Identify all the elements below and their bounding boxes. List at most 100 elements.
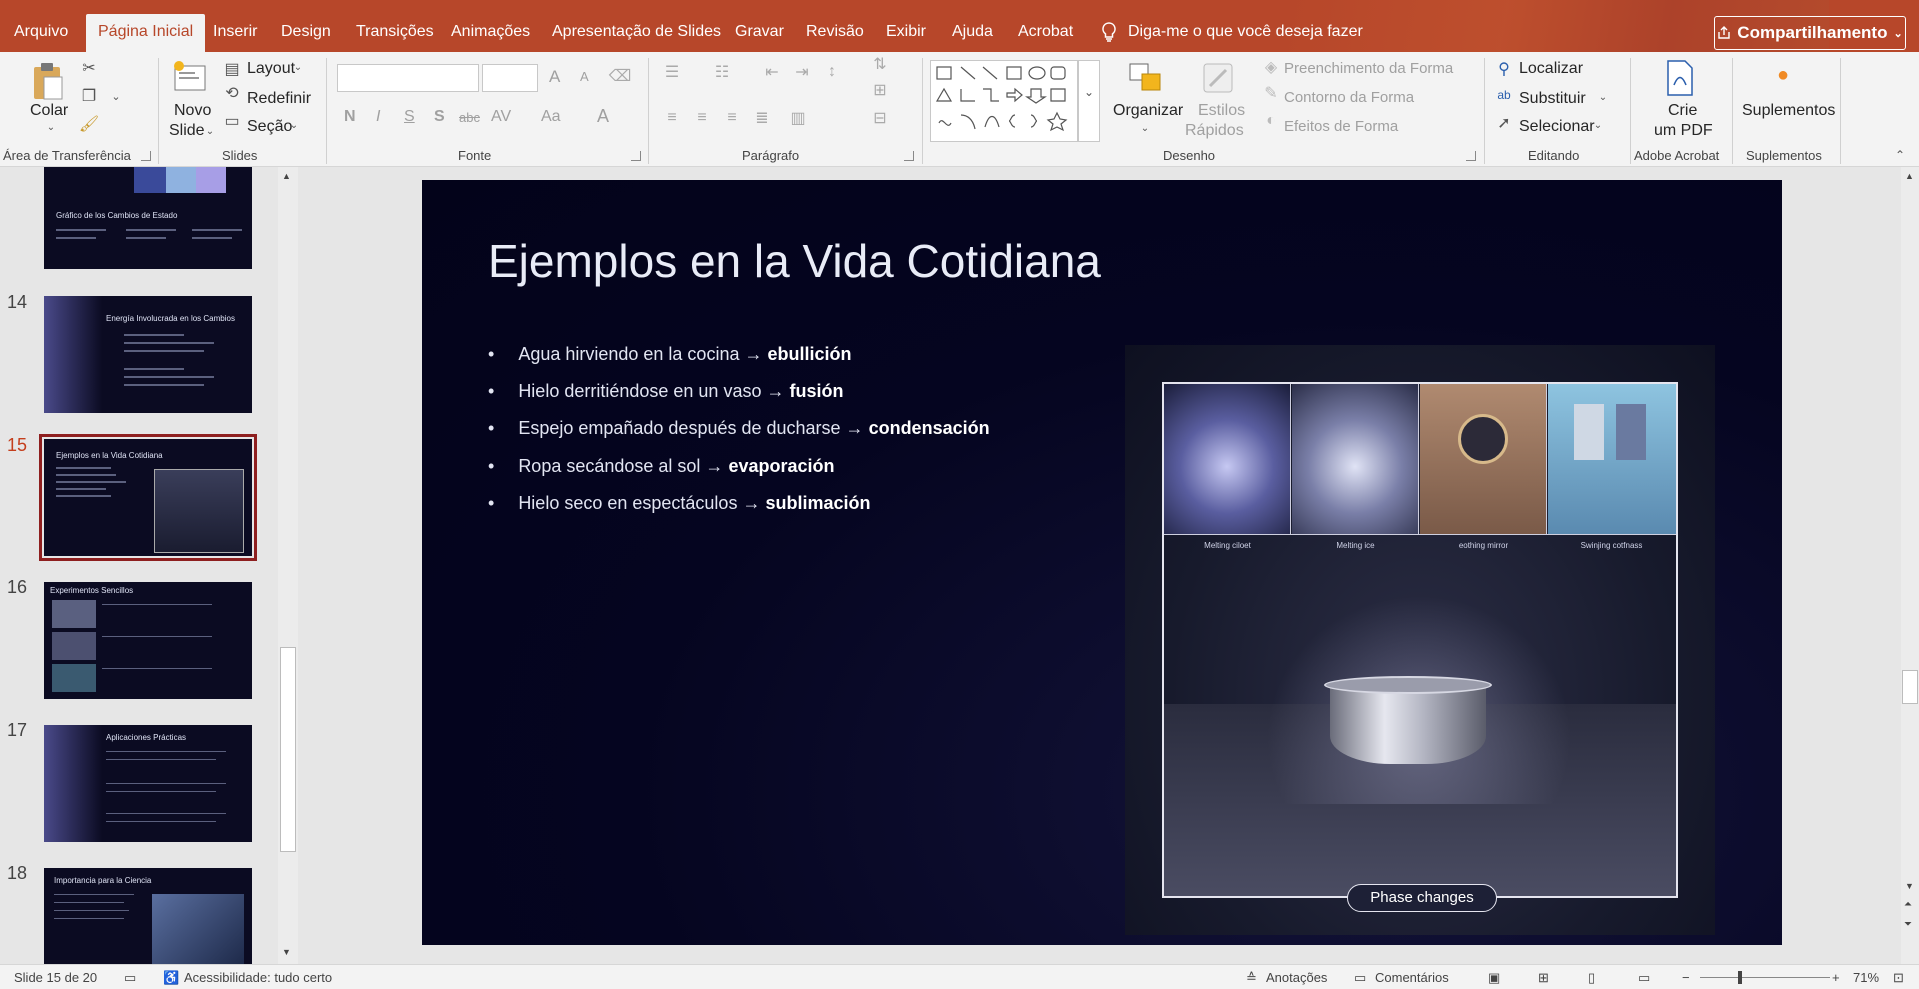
- underline-button[interactable]: S: [404, 108, 415, 126]
- chevron-down-icon[interactable]: ⌄: [205, 124, 215, 138]
- slide-image[interactable]: Melting ciloet Melting ice eothing mirro…: [1125, 345, 1715, 935]
- reset-icon[interactable]: ⟲: [222, 84, 242, 102]
- tab-gravar[interactable]: Gravar: [735, 17, 784, 47]
- clear-format-icon[interactable]: ⌫: [609, 66, 632, 86]
- shape-fill-button[interactable]: Preenchimento da Forma: [1284, 60, 1453, 77]
- tab-pagina-inicial[interactable]: Página Inicial: [86, 14, 206, 52]
- zoom-slider-handle[interactable]: [1738, 971, 1742, 984]
- bold-button[interactable]: N: [344, 108, 356, 126]
- scroll-down-icon[interactable]: ▼: [282, 947, 291, 957]
- font-size-combo[interactable]: [482, 64, 538, 92]
- slide-thumbnail-17[interactable]: Aplicaciones Prácticas: [44, 725, 252, 842]
- arrange-label[interactable]: Organizar: [1113, 102, 1183, 120]
- comments-icon[interactable]: ▭: [1354, 970, 1366, 986]
- comments-button[interactable]: Comentários: [1375, 970, 1449, 985]
- chevron-down-icon[interactable]: ⌄: [46, 122, 56, 133]
- chevron-down-icon[interactable]: ⌄: [1597, 90, 1609, 104]
- bullet-item[interactable]: • Hielo seco en espectáculos → sublimació…: [488, 493, 870, 514]
- section-button[interactable]: Seção: [247, 118, 292, 136]
- reading-view-icon[interactable]: ▯: [1588, 970, 1595, 986]
- slideshow-icon[interactable]: ▭: [1638, 970, 1650, 986]
- shape-effects-button[interactable]: Efeitos de Forma: [1284, 118, 1398, 135]
- shape-outline-button[interactable]: Contorno da Forma: [1284, 89, 1414, 106]
- bullet-item[interactable]: • Espejo empañado después de ducharse → c…: [488, 418, 990, 439]
- notes-button[interactable]: Anotações: [1266, 970, 1327, 985]
- paragraph-launcher-icon[interactable]: [904, 151, 914, 161]
- normal-view-icon[interactable]: ▣: [1488, 970, 1500, 986]
- numbering-icon[interactable]: ☷: [710, 62, 734, 82]
- layout-button[interactable]: Layout: [247, 60, 295, 78]
- create-pdf-label-1[interactable]: Crie: [1668, 102, 1697, 120]
- zoom-level[interactable]: 71%: [1853, 970, 1879, 985]
- bullet-item[interactable]: • Agua hirviendo en la cocina → ebullició…: [488, 344, 851, 365]
- slide-thumbnail-14[interactable]: Energía Involucrada en los Cambios: [44, 296, 252, 413]
- scrollbar-thumb[interactable]: [1902, 670, 1918, 704]
- shadow-button[interactable]: S: [434, 108, 445, 126]
- zoom-slider[interactable]: [1700, 977, 1830, 978]
- shapes-gallery[interactable]: [930, 60, 1078, 142]
- arrange-icon[interactable]: [1126, 58, 1166, 98]
- layout-icon[interactable]: ▤: [222, 60, 242, 78]
- align-text-icon[interactable]: ⊞: [868, 80, 892, 100]
- shapes-gallery-more[interactable]: ⌄: [1078, 60, 1100, 142]
- drawing-launcher-icon[interactable]: [1466, 151, 1476, 161]
- font-launcher-icon[interactable]: [631, 151, 641, 161]
- slide-thumbnail-18[interactable]: Importancia para la Ciencia: [44, 868, 252, 964]
- tab-apresentacao[interactable]: Apresentação de Slides: [552, 17, 721, 47]
- quick-styles-label-2[interactable]: Rápidos: [1185, 122, 1244, 140]
- align-right-icon[interactable]: ≡: [720, 108, 744, 128]
- zoom-out-icon[interactable]: −: [1682, 970, 1690, 985]
- share-button[interactable]: Compartilhamento ⌄: [1714, 16, 1906, 50]
- new-slide-icon[interactable]: [170, 58, 210, 98]
- replace-icon[interactable]: ab: [1494, 86, 1514, 104]
- strikethrough-button[interactable]: abc: [459, 110, 480, 125]
- tab-revisao[interactable]: Revisão: [806, 17, 864, 47]
- smartart-icon[interactable]: ⊟: [868, 108, 892, 128]
- tell-me-search[interactable]: Diga-me o que você deseja fazer: [1100, 17, 1363, 47]
- find-icon[interactable]: ⚲: [1494, 60, 1514, 78]
- line-spacing-icon[interactable]: ↕: [820, 62, 844, 82]
- bullet-item[interactable]: • Hielo derritiéndose en un vaso → fusión: [488, 381, 843, 402]
- collapse-ribbon-icon[interactable]: ⌃: [1892, 148, 1908, 162]
- tab-animacoes[interactable]: Animações: [451, 17, 530, 47]
- accessibility-status[interactable]: Acessibilidade: tudo certo: [184, 970, 332, 985]
- text-direction-icon[interactable]: ⇅: [868, 54, 892, 74]
- format-painter-icon[interactable]: 🖌: [78, 114, 100, 134]
- scroll-down-icon[interactable]: ▼: [1905, 881, 1914, 891]
- chevron-down-icon[interactable]: ⌄: [289, 119, 299, 131]
- align-center-icon[interactable]: ≡: [690, 108, 714, 128]
- scroll-up-icon[interactable]: ▲: [282, 171, 291, 181]
- scroll-up-icon[interactable]: ▲: [1905, 171, 1914, 181]
- grow-font-button[interactable]: A: [549, 67, 560, 87]
- justify-icon[interactable]: ≣: [750, 108, 774, 128]
- tab-design[interactable]: Design: [281, 17, 331, 47]
- tab-ajuda[interactable]: Ajuda: [952, 17, 993, 47]
- change-case-button[interactable]: Aa: [541, 108, 561, 126]
- previous-slide-icon[interactable]: ⏶: [1904, 899, 1912, 910]
- accessibility-icon[interactable]: ♿: [163, 970, 179, 986]
- tab-transicoes[interactable]: Transições: [356, 17, 434, 47]
- slide-title[interactable]: Ejemplos en la Vida Cotidiana: [488, 234, 1101, 288]
- select-icon[interactable]: ➚: [1494, 114, 1514, 132]
- slide-thumbnail-13[interactable]: Gráfico de los Cambios de Estado: [44, 167, 252, 269]
- find-button[interactable]: Localizar: [1519, 60, 1583, 78]
- chevron-down-icon[interactable]: ⌄: [110, 88, 122, 104]
- select-button[interactable]: Selecionar: [1519, 118, 1595, 136]
- slide-thumbnail-15[interactable]: Ejemplos en la Vida Cotidiana: [39, 434, 257, 561]
- paste-label[interactable]: Colar: [30, 102, 68, 120]
- shrink-font-button[interactable]: A: [580, 69, 589, 84]
- scrollbar-thumb[interactable]: [280, 647, 296, 852]
- spellcheck-icon[interactable]: ▭: [124, 970, 136, 986]
- cut-icon[interactable]: ✂: [78, 58, 100, 78]
- font-name-combo[interactable]: [337, 64, 479, 92]
- chevron-down-icon[interactable]: ⌄: [293, 61, 303, 73]
- addins-button[interactable]: Suplementos: [1742, 102, 1835, 120]
- columns-icon[interactable]: ▥: [786, 108, 810, 128]
- font-color-button[interactable]: A: [597, 106, 609, 127]
- reset-button[interactable]: Redefinir: [247, 90, 311, 108]
- chevron-down-icon[interactable]: ⌄: [1140, 122, 1150, 134]
- char-spacing-button[interactable]: AV: [491, 108, 511, 126]
- slide-sorter-icon[interactable]: ⊞: [1538, 970, 1549, 986]
- slide-canvas[interactable]: Ejemplos en la Vida Cotidiana • Agua hirv…: [422, 180, 1782, 945]
- increase-indent-icon[interactable]: ⇥: [790, 62, 814, 82]
